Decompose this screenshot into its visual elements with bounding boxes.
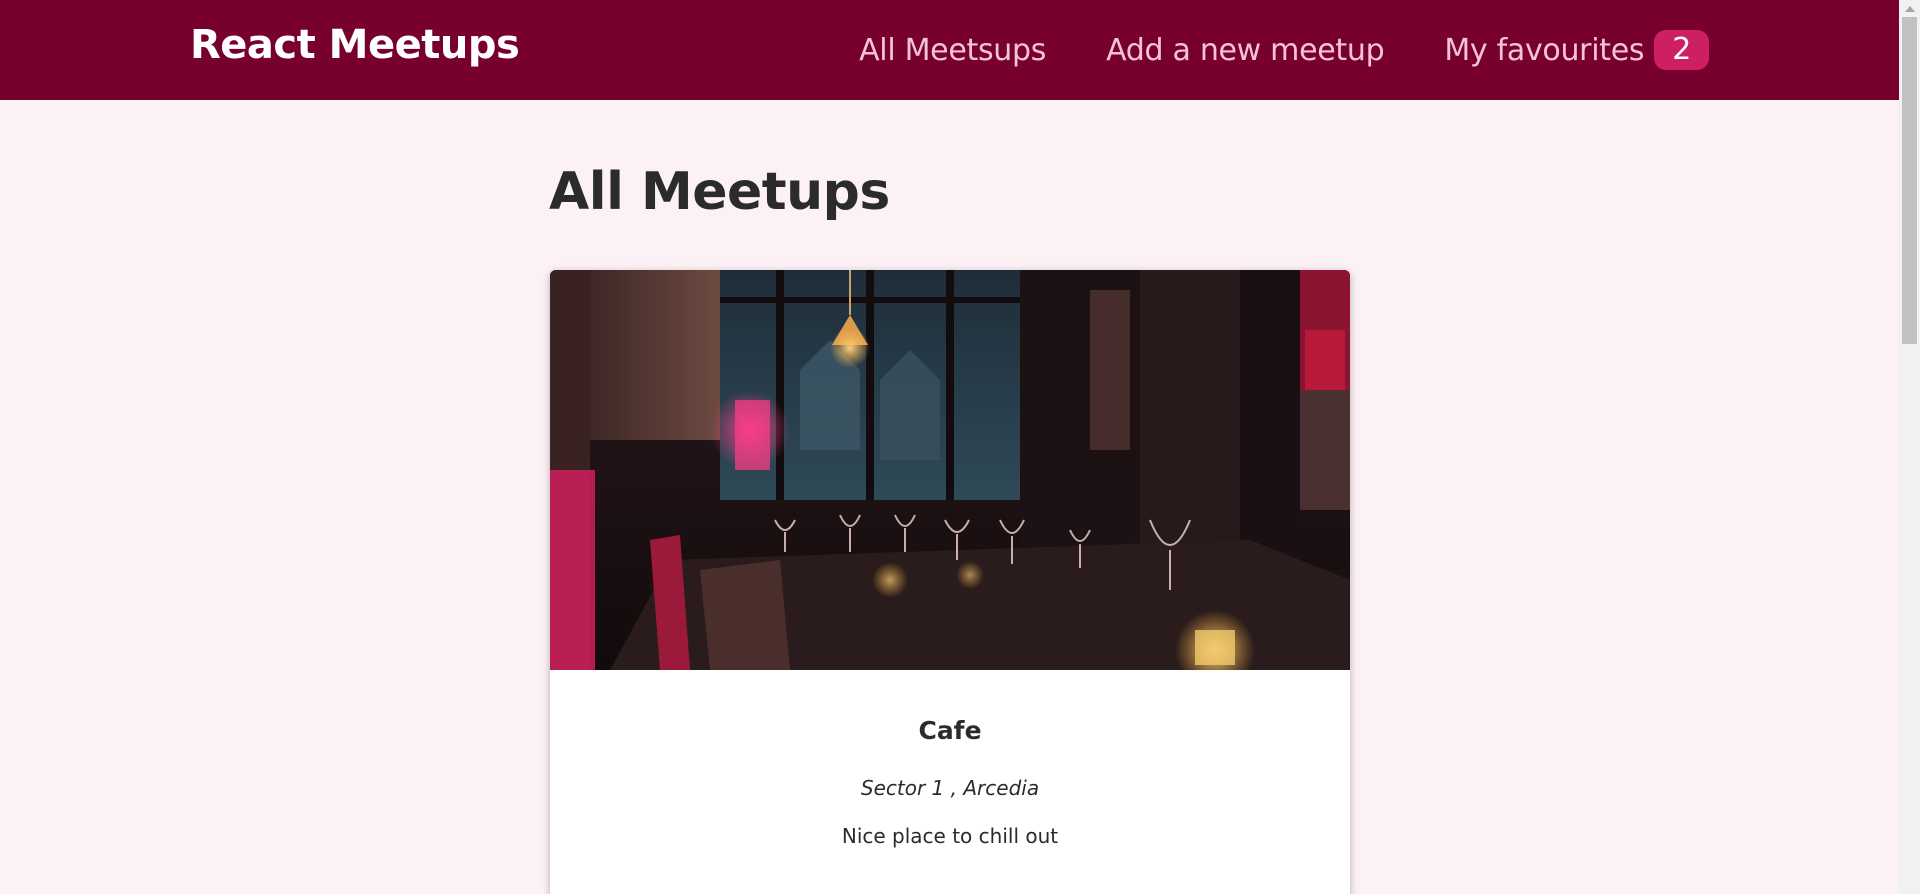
favourites-count-badge: 2 bbox=[1654, 30, 1709, 70]
meetup-image bbox=[550, 270, 1350, 670]
scroll-up-arrow-icon[interactable] bbox=[1899, 0, 1920, 17]
app-viewport: React Meetups All Meetsups Add a new mee… bbox=[0, 0, 1920, 894]
restaurant-photo bbox=[550, 270, 1350, 670]
main-header: React Meetups All Meetsups Add a new mee… bbox=[0, 0, 1899, 100]
nav-favourites-link[interactable]: My favourites 2 bbox=[1444, 30, 1709, 70]
meetup-card: Cafe Sector 1 , Arcedia Nice place to ch… bbox=[550, 270, 1350, 894]
nav-all-meetups-link[interactable]: All Meetsups bbox=[859, 33, 1046, 68]
nav-add-meetup-link[interactable]: Add a new meetup bbox=[1106, 33, 1385, 68]
meetup-description: Nice place to chill out bbox=[841, 824, 1059, 848]
vertical-scrollbar[interactable] bbox=[1899, 0, 1920, 894]
scrollbar-thumb[interactable] bbox=[1902, 17, 1917, 344]
meetup-address: Sector 1 , Arcedia bbox=[860, 776, 1040, 800]
nav-favourites-label: My favourites bbox=[1444, 32, 1645, 68]
app-logo[interactable]: React Meetups bbox=[190, 22, 520, 68]
page-title: All Meetups bbox=[549, 162, 890, 222]
main-nav: All Meetsups Add a new meetup My favouri… bbox=[799, 0, 1709, 100]
meetup-title: Cafe bbox=[918, 716, 982, 745]
